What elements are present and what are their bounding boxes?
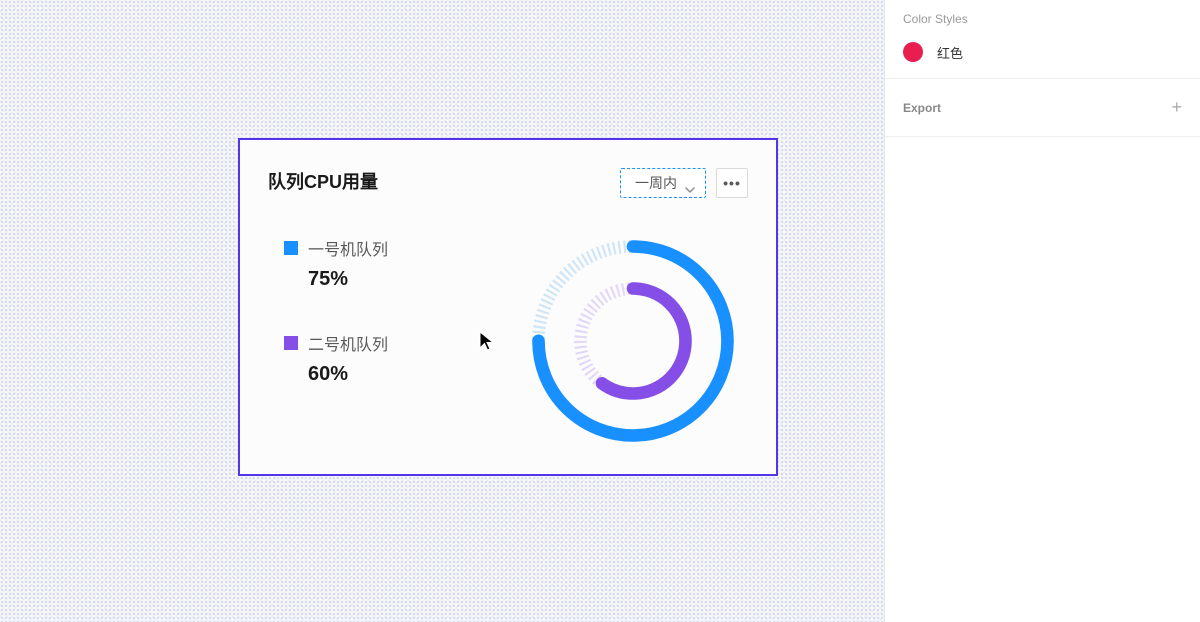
- widget-title: 队列CPU用量: [268, 168, 378, 194]
- donut-chart: [528, 236, 738, 446]
- cpu-usage-widget[interactable]: 队列CPU用量 一周内 •••: [238, 138, 778, 476]
- legend-list: 一号机队列 75% 二号机队列 60%: [268, 236, 388, 446]
- color-styles-section: Color Styles 红色: [885, 0, 1200, 79]
- legend-item: 二号机队列 60%: [284, 331, 388, 386]
- design-canvas[interactable]: 队列CPU用量 一周内 •••: [0, 0, 884, 622]
- legend-value: 75%: [284, 268, 388, 291]
- export-section: Export +: [885, 79, 1200, 137]
- legend-label: 一号机队列: [308, 236, 388, 260]
- color-styles-title: Color Styles: [903, 12, 1182, 26]
- plus-icon[interactable]: +: [1171, 97, 1182, 118]
- dropdown-label: 一周内: [635, 173, 677, 193]
- legend-value: 60%: [284, 363, 388, 386]
- legend-swatch-icon: [284, 241, 298, 255]
- more-options-button[interactable]: •••: [716, 168, 748, 198]
- ellipsis-icon: •••: [723, 175, 741, 191]
- color-style-row[interactable]: 红色: [903, 42, 1182, 62]
- color-style-label: 红色: [937, 43, 963, 62]
- time-range-dropdown[interactable]: 一周内: [620, 168, 706, 198]
- export-title: Export: [903, 101, 941, 115]
- color-swatch-icon: [903, 42, 923, 62]
- legend-swatch-icon: [284, 336, 298, 350]
- properties-panel: Color Styles 红色 Export +: [884, 0, 1200, 622]
- widget-controls: 一周内 •••: [620, 168, 748, 198]
- legend-item: 一号机队列 75%: [284, 236, 388, 291]
- widget-body: 一号机队列 75% 二号机队列 60%: [268, 236, 748, 446]
- legend-label: 二号机队列: [308, 331, 388, 355]
- cursor-icon: [478, 330, 496, 352]
- chevron-down-icon: [685, 180, 695, 186]
- widget-header: 队列CPU用量 一周内 •••: [268, 168, 748, 198]
